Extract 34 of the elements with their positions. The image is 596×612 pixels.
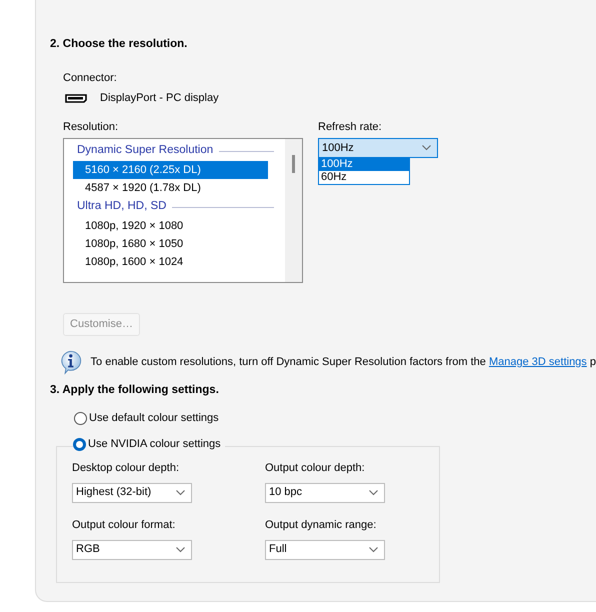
- field-label: Output colour format:: [72, 518, 176, 532]
- section-heading: 2. Choose the resolution.: [50, 38, 188, 52]
- list-item[interactable]: 5160 × 2160 (2.25x DL): [73, 161, 268, 180]
- chevron-icon: [176, 490, 185, 496]
- field-label: Output dynamic range:: [265, 518, 378, 532]
- field-label: Resolution:: [63, 121, 120, 134]
- combo-box[interactable]: Highest (32-bit): [72, 482, 192, 503]
- refresh-rate-dropdown[interactable]: 100Hz: [318, 138, 438, 158]
- field-label: Desktop colour depth:: [72, 462, 180, 475]
- radio-button[interactable]: [74, 412, 87, 426]
- connector-name: DisplayPort - PC display: [100, 92, 219, 106]
- manage-3d-settings-link[interactable]: Manage 3D settings: [488, 356, 587, 368]
- dropdown-option[interactable]: 60Hz: [319, 171, 409, 184]
- chevron-icon: [369, 546, 378, 553]
- radio-button[interactable]: [73, 438, 86, 452]
- group-heading: Dynamic Super Resolution: [77, 144, 214, 158]
- combo-box[interactable]: RGB: [72, 540, 192, 560]
- chevron-icon: [422, 145, 431, 152]
- scrollbar[interactable]: [285, 139, 302, 282]
- group-heading: Ultra HD, HD, SD: [77, 200, 166, 214]
- radio-label: Use NVIDIA colour settings: [88, 438, 221, 452]
- field-label: Refresh rate:: [318, 121, 383, 134]
- chevron-icon: [176, 546, 185, 553]
- display-port-icon: [65, 94, 87, 104]
- radio-label: Use default colour settings: [89, 412, 219, 426]
- combo-box[interactable]: Full: [265, 540, 385, 560]
- chevron-icon: [369, 490, 378, 496]
- combo-box[interactable]: 10 bpc: [265, 482, 385, 503]
- field-label: Connector:: [63, 72, 118, 85]
- info-message: To enable custom resolutions, turn off Dynamic Super Resolution factors from the Manage 3D settings p: [90, 356, 596, 369]
- resolution-list[interactable]: Dynamic Super Resolution 5160 × 2160 (2.25x DL) 4587 × 1920 (1.78x DL) Ultra HD, HD, SD 1080p, 1920 × 1080 1080p, 1680 × 1050 1080p, 1600 × 1024: [63, 138, 303, 284]
- field-label: Output colour depth:: [265, 462, 366, 475]
- dropdown-option[interactable]: 100Hz: [319, 158, 409, 172]
- section-heading: 3. Apply the following settings.: [50, 384, 220, 398]
